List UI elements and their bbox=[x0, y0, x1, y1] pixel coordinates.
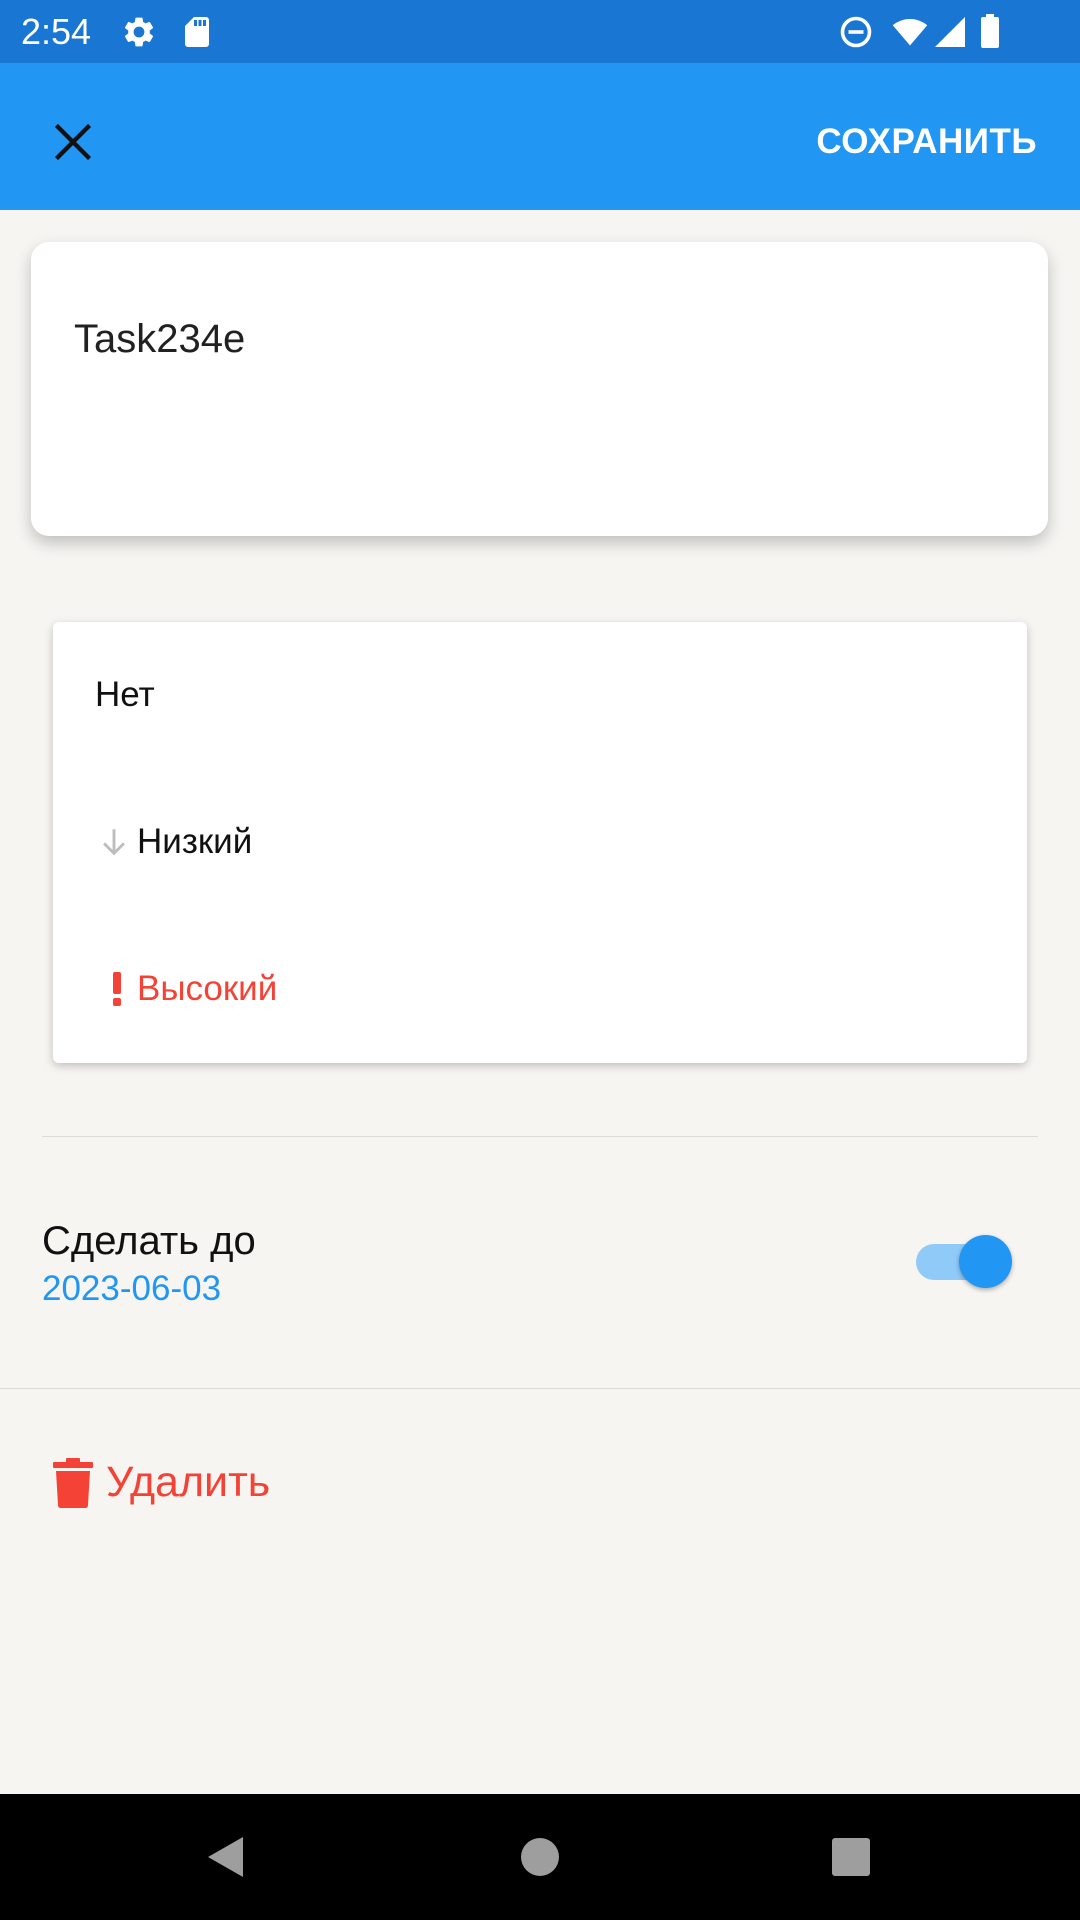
priority-option-high[interactable]: Высокий bbox=[53, 916, 1027, 1063]
trash-icon bbox=[53, 1458, 93, 1508]
arrow-down-icon bbox=[97, 825, 131, 859]
save-button[interactable]: СОХРАНИТЬ bbox=[816, 114, 1037, 170]
exclamation-icon bbox=[109, 968, 125, 1008]
task-title-card[interactable] bbox=[31, 242, 1048, 536]
divider bbox=[42, 1136, 1038, 1137]
deadline-date[interactable]: 2023-06-03 bbox=[42, 1267, 221, 1311]
battery-icon bbox=[978, 14, 1012, 50]
sd-card-icon bbox=[179, 14, 215, 50]
home-icon[interactable] bbox=[503, 1820, 577, 1894]
priority-option-label: Низкий bbox=[137, 822, 253, 861]
priority-option-label: Нет bbox=[95, 675, 155, 714]
delete-label[interactable]: Удалить bbox=[106, 1455, 270, 1509]
signal-icon bbox=[932, 14, 968, 50]
status-time: 2:54 bbox=[21, 11, 92, 52]
deadline-label: Сделать до bbox=[42, 1219, 256, 1263]
recents-icon[interactable] bbox=[814, 1820, 888, 1894]
wifi-icon bbox=[890, 14, 930, 50]
divider bbox=[0, 1388, 1080, 1389]
do-not-disturb-icon bbox=[838, 14, 874, 50]
toggle-thumb bbox=[959, 1235, 1012, 1288]
task-title-input[interactable]: Task234e bbox=[74, 313, 245, 365]
priority-option-low[interactable]: Низкий bbox=[53, 769, 1027, 916]
gear-icon bbox=[121, 14, 157, 50]
close-button[interactable] bbox=[37, 106, 109, 178]
priority-option-none[interactable]: Нет bbox=[53, 622, 1027, 769]
close-icon bbox=[53, 122, 93, 162]
back-icon[interactable] bbox=[188, 1820, 262, 1894]
priority-option-label: Высокий bbox=[137, 969, 278, 1008]
